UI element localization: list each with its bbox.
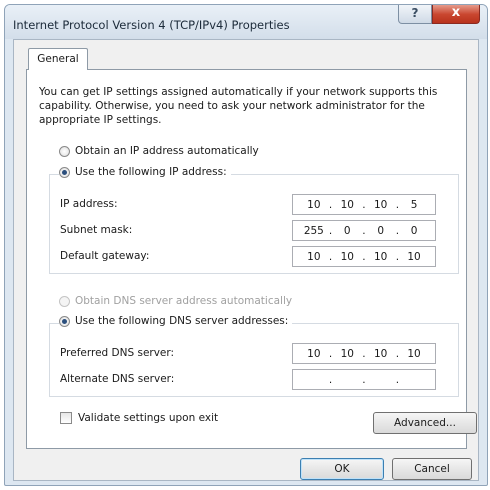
octet: 0 xyxy=(377,224,384,237)
window-title: Internet Protocol Version 4 (TCP/IPv4) P… xyxy=(13,18,290,32)
separator: . xyxy=(395,347,400,360)
validate-settings-option[interactable]: Validate settings upon exit xyxy=(60,412,218,424)
separator: . xyxy=(328,347,333,360)
default-gateway-input[interactable]: 10. 10. 10. 10 xyxy=(292,246,436,267)
use-following-ip-option[interactable]: Use the following IP address: xyxy=(59,166,231,178)
use-following-dns-label: Use the following DNS server addresses: xyxy=(75,315,289,327)
preferred-dns-input[interactable]: 10. 10. 10. 10 xyxy=(292,343,436,364)
validate-settings-label: Validate settings upon exit xyxy=(78,412,219,424)
obtain-dns-auto-radio[interactable] xyxy=(59,295,70,307)
close-icon: x xyxy=(451,5,461,20)
separator: . xyxy=(328,250,333,263)
tab-general[interactable]: General xyxy=(28,48,88,70)
octet: 10 xyxy=(373,198,388,211)
separator: . xyxy=(362,347,366,360)
title-bar: Internet Protocol Version 4 (TCP/IPv4) P… xyxy=(5,5,487,39)
ip-address-label: IP address: xyxy=(60,198,118,210)
default-gateway-row: Default gateway: 10. 10. 10. 10 xyxy=(60,246,450,268)
separator: . xyxy=(328,198,333,211)
close-button[interactable]: x xyxy=(432,5,480,24)
separator: . xyxy=(328,373,333,386)
cancel-button[interactable]: Cancel xyxy=(392,458,472,480)
validate-settings-checkbox[interactable] xyxy=(60,412,72,424)
obtain-ip-auto-label: Obtain an IP address automatically xyxy=(75,145,259,157)
dialog-window: Internet Protocol Version 4 (TCP/IPv4) P… xyxy=(4,4,488,486)
octet: 10 xyxy=(307,250,321,263)
octet: 5 xyxy=(410,198,418,211)
octet: 10 xyxy=(340,250,354,263)
separator: . xyxy=(395,224,400,237)
description-text: You can get IP settings assigned automat… xyxy=(39,86,438,126)
octet: 10 xyxy=(340,347,354,360)
octet: 255 xyxy=(303,224,324,237)
subnet-mask-row: Subnet mask: 255. 0. 0. 0 xyxy=(60,220,450,242)
default-gateway-label: Default gateway: xyxy=(60,250,150,262)
use-following-dns-radio[interactable] xyxy=(59,315,70,327)
octet: 0 xyxy=(410,224,418,237)
octet: 10 xyxy=(407,347,421,360)
separator: . xyxy=(362,373,366,386)
separator: . xyxy=(395,250,400,263)
obtain-ip-auto-radio[interactable] xyxy=(59,145,70,157)
ip-address-input[interactable]: 10. 10. 10. 5 xyxy=(292,194,436,215)
subnet-mask-input[interactable]: 255. 0. 0. 0 xyxy=(292,220,436,241)
octet: 10 xyxy=(373,250,388,263)
ip-address-row: IP address: 10. 10. 10. 5 xyxy=(60,194,450,216)
octet: 0 xyxy=(343,224,351,237)
use-following-ip-label: Use the following IP address: xyxy=(75,166,227,178)
obtain-dns-auto-option[interactable]: Obtain DNS server address automatically xyxy=(59,295,297,307)
obtain-ip-auto-option[interactable]: Obtain an IP address automatically xyxy=(59,145,263,157)
dialog-client-area: General You can get IP settings assigned… xyxy=(13,39,479,481)
use-following-ip-radio[interactable] xyxy=(59,166,70,178)
preferred-dns-label: Preferred DNS server: xyxy=(60,347,175,359)
separator: . xyxy=(362,250,366,263)
separator: . xyxy=(362,198,366,211)
alternate-dns-input[interactable]: . . . xyxy=(292,369,436,390)
help-button[interactable]: ? xyxy=(398,5,432,24)
separator: . xyxy=(395,373,400,386)
use-following-dns-option[interactable]: Use the following DNS server addresses: xyxy=(59,315,293,327)
separator: . xyxy=(362,224,366,237)
advanced-button[interactable]: Advanced... xyxy=(373,412,477,434)
alternate-dns-row: Alternate DNS server: . . . xyxy=(60,369,450,391)
preferred-dns-row: Preferred DNS server: 10. 10. 10. 10 xyxy=(60,343,450,365)
separator: . xyxy=(395,198,400,211)
octet: 10 xyxy=(307,198,321,211)
octet: 10 xyxy=(340,198,354,211)
general-tab-panel: You can get IP settings assigned automat… xyxy=(26,69,477,449)
separator: . xyxy=(328,224,333,237)
ok-button[interactable]: OK xyxy=(300,458,384,480)
octet: 10 xyxy=(407,250,421,263)
octet: 10 xyxy=(373,347,388,360)
help-icon: ? xyxy=(411,6,419,20)
octet: 10 xyxy=(307,347,321,360)
alternate-dns-label: Alternate DNS server: xyxy=(60,373,175,385)
subnet-mask-label: Subnet mask: xyxy=(60,224,133,236)
obtain-dns-auto-label: Obtain DNS server address automatically xyxy=(75,295,293,307)
